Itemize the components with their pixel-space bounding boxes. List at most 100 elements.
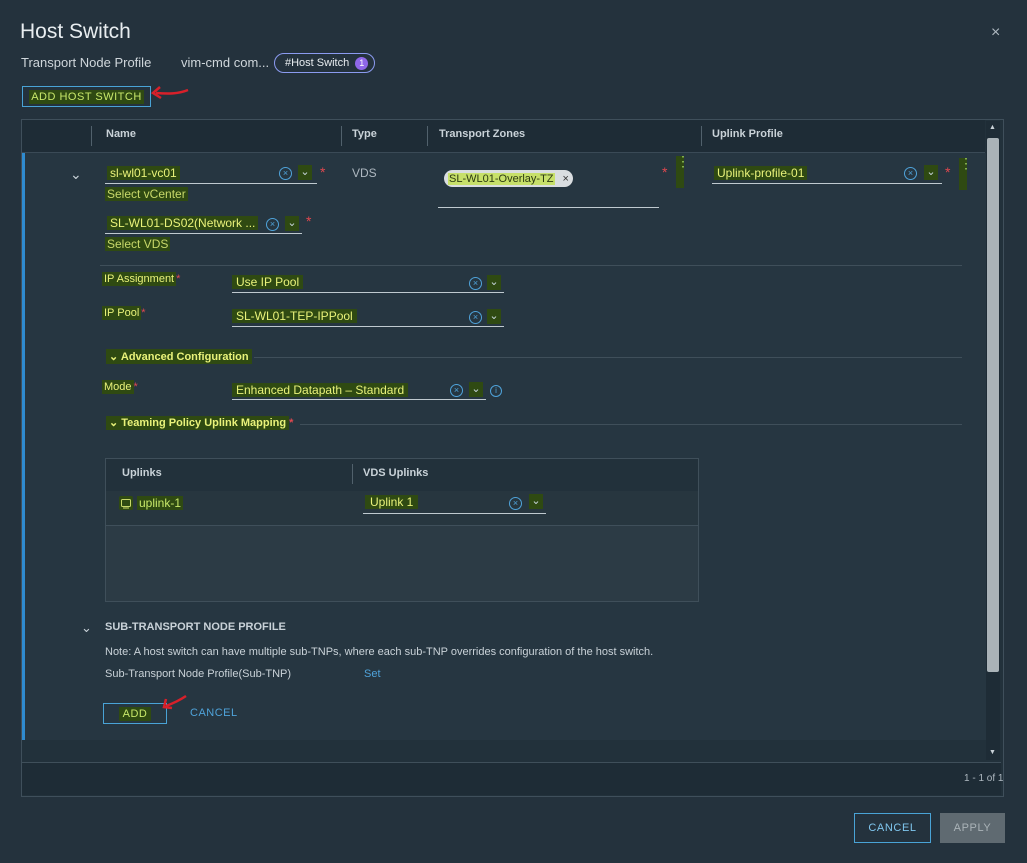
required-marker: * — [289, 417, 294, 429]
scroll-up-icon[interactable]: ▲ — [989, 124, 996, 131]
advanced-configuration-toggle[interactable]: ⌄ Advanced Configuration — [106, 349, 252, 364]
ip-pool-label: IP Pool * — [102, 306, 146, 320]
cancel-row-button[interactable]: CANCEL — [190, 707, 238, 719]
ip-assignment-value[interactable]: Use IP Pool — [232, 275, 304, 289]
ip-pool-label-text: IP Pool — [102, 306, 142, 320]
vcenter-chevron-down-icon[interactable]: ⌄ — [298, 165, 312, 180]
ip-pool-chevron-down-icon[interactable]: ⌄ — [487, 309, 501, 324]
teaming-policy-label: ⌄ Teaming Policy Uplink Mapping — [106, 416, 290, 430]
column-separator[interactable] — [91, 126, 92, 146]
uplink-profile-underline — [712, 183, 942, 184]
transport-zone-underline — [438, 207, 659, 208]
ip-assignment-clear-icon[interactable]: × — [469, 277, 482, 290]
add-button[interactable]: ADD — [103, 703, 167, 724]
section-divider — [300, 424, 962, 425]
annotation-arrow-icon — [162, 694, 187, 710]
teaming-policy-label-text: Teaming Policy Uplink Mapping — [121, 417, 287, 429]
mode-label: Mode * — [102, 380, 138, 394]
required-marker: * — [945, 164, 951, 180]
vcenter-field-underline — [105, 183, 317, 184]
column-header-type[interactable]: Type — [352, 128, 377, 140]
close-icon[interactable]: × — [991, 24, 1000, 42]
scroll-down-icon[interactable]: ▼ — [989, 749, 996, 756]
pagination-text: 1 - 1 of 1 — [964, 773, 1004, 784]
vds-chevron-down-icon[interactable]: ⌄ — [285, 216, 299, 231]
ip-pool-value[interactable]: SL-WL01-TEP-IPPool — [232, 309, 357, 323]
column-header-vds-uplinks: VDS Uplinks — [363, 467, 429, 479]
required-marker: * — [306, 213, 312, 229]
add-host-switch-button[interactable]: ADD HOST SWITCH — [22, 86, 151, 107]
pill-count-badge: 1 — [355, 56, 369, 70]
sub-tnp-chevron-down-icon[interactable]: ⌄ — [81, 620, 92, 636]
column-separator[interactable] — [701, 126, 702, 146]
uplink-profile-clear-icon[interactable]: × — [904, 167, 917, 180]
sub-tnp-heading: SUB-TRANSPORT NODE PROFILE — [105, 621, 286, 633]
uplink-icon — [119, 496, 133, 510]
sub-tnp-set-link[interactable]: Set — [364, 668, 381, 680]
column-header-name[interactable]: Name — [106, 128, 136, 140]
teaming-policy-toggle[interactable]: ⌄ Teaming Policy Uplink Mapping * — [106, 416, 294, 430]
section-divider — [254, 357, 962, 358]
mode-clear-icon[interactable]: × — [450, 384, 463, 397]
add-button-label: ADD — [118, 706, 152, 721]
sub-tnp-label: Sub-Transport Node Profile(Sub-TNP) — [105, 668, 292, 680]
vcenter-select-value[interactable]: sl-wl01-vc01 — [107, 166, 180, 180]
column-header-uplinks: Uplinks — [122, 467, 162, 479]
mode-chevron-down-icon[interactable]: ⌄ — [469, 382, 483, 397]
section-divider — [100, 265, 962, 266]
remove-tag-icon[interactable]: × — [563, 173, 569, 185]
required-marker: * — [176, 273, 181, 285]
add-host-switch-label: ADD HOST SWITCH — [29, 89, 144, 104]
row-type: VDS — [352, 166, 377, 180]
column-header-transport-zones[interactable]: Transport Zones — [439, 128, 525, 140]
uplink-profile-kebab-icon[interactable]: ⋮ — [959, 156, 973, 190]
advanced-configuration-label: Advanced Configuration — [120, 351, 249, 363]
annotation-arrow-icon — [150, 86, 189, 100]
vds-hint: Select VDS — [105, 237, 171, 251]
mode-label-text: Mode — [102, 380, 134, 394]
scrollbar-thumb[interactable] — [987, 138, 999, 672]
host-switch-pill[interactable]: #Host Switch 1 — [274, 53, 376, 73]
vds-uplink-clear-icon[interactable]: × — [509, 497, 522, 510]
vcenter-hint: Select vCenter — [105, 187, 188, 201]
vds-uplink-underline — [363, 513, 546, 514]
breadcrumb-profile-label: Transport Node Profile — [21, 55, 152, 70]
grid-footer — [22, 762, 1001, 795]
ip-assignment-chevron-down-icon[interactable]: ⌄ — [487, 275, 501, 290]
sub-tnp-note: Note: A host switch can have multiple su… — [105, 646, 654, 658]
transport-zone-tag[interactable]: SL-WL01-Overlay-TZ × — [444, 170, 573, 187]
column-separator[interactable] — [427, 126, 428, 146]
required-marker: * — [320, 164, 326, 180]
pill-label: #Host Switch — [285, 57, 350, 69]
uplink-profile-value[interactable]: Uplink-profile-01 — [714, 166, 808, 180]
column-separator[interactable] — [352, 464, 353, 484]
cancel-button[interactable]: CANCEL — [854, 813, 931, 843]
required-marker: * — [662, 164, 668, 180]
transport-zone-tag-label: SL-WL01-Overlay-TZ — [448, 172, 555, 185]
vds-field-underline — [105, 233, 302, 234]
vds-uplink-chevron-down-icon[interactable]: ⌄ — [529, 494, 543, 509]
dialog-title: Host Switch — [20, 20, 131, 43]
required-marker: * — [141, 307, 146, 319]
info-icon[interactable]: i — [490, 385, 502, 397]
vds-clear-icon[interactable]: × — [266, 218, 279, 231]
ip-pool-clear-icon[interactable]: × — [469, 311, 482, 324]
column-header-uplink-profile[interactable]: Uplink Profile — [712, 128, 783, 140]
ip-pool-underline — [232, 326, 504, 327]
apply-button[interactable]: APPLY — [940, 813, 1005, 843]
row-collapse-chevron-icon[interactable]: ⌄ — [70, 166, 82, 183]
mode-value[interactable]: Enhanced Datapath – Standard — [232, 383, 409, 397]
breadcrumb-profile-name: vim-cmd com... — [181, 55, 270, 70]
mode-underline — [232, 399, 486, 400]
ip-assignment-underline — [232, 292, 504, 293]
vds-uplink-value[interactable]: Uplink 1 — [365, 495, 419, 509]
vds-select-value[interactable]: SL-WL01-DS02(Network ... — [107, 216, 259, 230]
uplink-profile-chevron-down-icon[interactable]: ⌄ — [924, 165, 938, 180]
transport-zone-kebab-icon[interactable]: ⋮ — [676, 154, 690, 188]
vcenter-clear-icon[interactable]: × — [279, 167, 292, 180]
chevron-down-icon: ⌄ — [109, 417, 119, 429]
required-marker: * — [133, 381, 138, 393]
column-separator[interactable] — [341, 126, 342, 146]
uplink-name: uplink-1 — [137, 496, 184, 510]
ip-assignment-label: IP Assignment * — [102, 272, 181, 286]
